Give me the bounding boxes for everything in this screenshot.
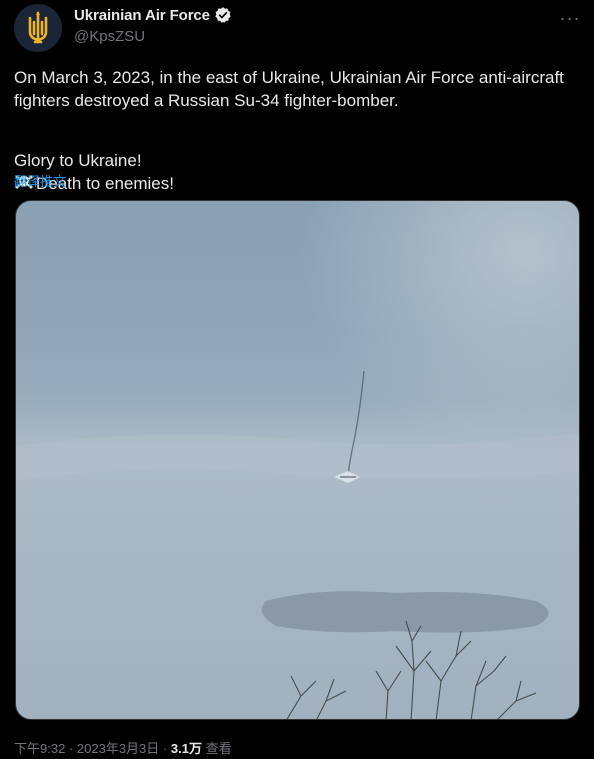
views-count[interactable]: 3.1万 <box>171 741 202 756</box>
meta-separator-2: · <box>162 741 168 756</box>
tweet-text-main: On March 3, 2023, in the east of Ukraine… <box>14 68 564 110</box>
glory-text: Glory to Ukraine! <box>14 151 142 170</box>
trident-emblem-icon <box>14 4 62 52</box>
more-horizontal-icon: ··· <box>559 7 581 28</box>
tweet-line-death: Death to enemies! <box>14 172 582 195</box>
tweet-media-video[interactable] <box>15 200 580 720</box>
tweet-card: Ukrainian Air Force @KpsZSU ··· On March… <box>0 0 594 759</box>
author-name-row: Ukrainian Air Force <box>74 6 232 24</box>
views-label: 查看 <box>205 741 232 756</box>
author-handle[interactable]: @KpsZSU <box>74 28 145 45</box>
tweet-time[interactable]: 下午9:32 <box>14 741 65 756</box>
avatar[interactable] <box>14 4 62 52</box>
tweet-meta: 下午9:32 · 2023年3月3日 · 3.1万 查看 <box>14 738 232 757</box>
verified-badge-icon <box>214 6 232 24</box>
tweet-date[interactable]: 2023年3月3日 <box>77 741 159 756</box>
translate-tweet-link[interactable]: 翻译推文 <box>14 171 66 190</box>
meta-separator: · <box>68 741 74 756</box>
ukraine-flag-icon <box>14 130 34 144</box>
more-options-button[interactable]: ··· <box>556 4 584 32</box>
tweet-text: On March 3, 2023, in the east of Ukraine… <box>14 66 582 195</box>
tweet-line-glory <box>14 126 582 149</box>
author-display-name[interactable]: Ukrainian Air Force <box>74 7 210 24</box>
sky-with-aircraft-image <box>16 201 579 719</box>
